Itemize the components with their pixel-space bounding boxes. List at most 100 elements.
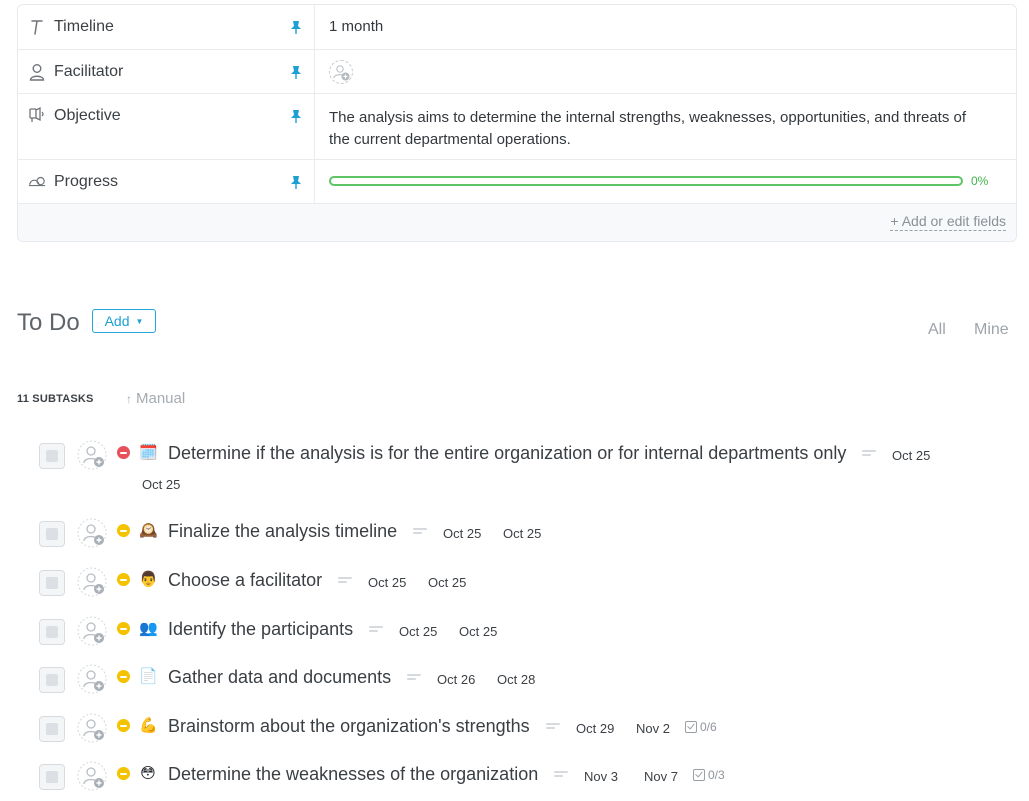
- description-icon: [413, 528, 427, 536]
- task-checkbox[interactable]: [39, 443, 65, 469]
- priority-urgent-icon[interactable]: [117, 446, 130, 459]
- pin-icon[interactable]: [290, 20, 302, 34]
- task-checkbox[interactable]: [39, 716, 65, 742]
- field-label: Facilitator: [54, 63, 124, 80]
- due-date[interactable]: Oct 25: [142, 477, 180, 492]
- sort-manual[interactable]: ↑ Manual: [126, 390, 185, 407]
- add-button-label: Add: [104, 313, 130, 329]
- task-emoji-icon: 🕰️: [139, 522, 158, 539]
- field-row-progress[interactable]: Progress 0%: [18, 160, 1016, 204]
- due-date[interactable]: Nov 2: [636, 721, 670, 736]
- task-name[interactable]: Brainstorm about the organization's stre…: [168, 716, 530, 737]
- due-date[interactable]: Oct 28: [497, 672, 535, 687]
- due-date[interactable]: Oct 25: [428, 575, 466, 590]
- priority-normal-icon[interactable]: [117, 573, 130, 586]
- description-icon: [369, 626, 383, 634]
- add-assignee-icon[interactable]: [77, 664, 109, 696]
- add-assignee-icon[interactable]: [77, 440, 109, 472]
- filter-mine[interactable]: Mine: [974, 321, 1009, 339]
- field-label: Objective: [54, 107, 121, 124]
- subtasks-count: 11 SUBTASKS: [17, 393, 94, 405]
- due-date[interactable]: Nov 7: [644, 769, 678, 784]
- field-label: Timeline: [54, 18, 114, 35]
- text-icon: [28, 18, 46, 36]
- task-name[interactable]: Determine if the analysis is for the ent…: [168, 443, 846, 464]
- add-assignee-icon[interactable]: [77, 567, 109, 599]
- progress-bar[interactable]: [329, 176, 963, 186]
- progress-icon: [28, 173, 46, 191]
- description-icon: [407, 674, 421, 682]
- task-emoji-icon: 😳: [140, 765, 156, 782]
- task-name[interactable]: Finalize the analysis timeline: [168, 521, 397, 542]
- field-row-timeline[interactable]: Timeline 1 month: [18, 5, 1016, 50]
- start-date[interactable]: Oct 26: [437, 672, 475, 687]
- task-checkbox[interactable]: [39, 619, 65, 645]
- filter-all[interactable]: All: [928, 321, 946, 339]
- start-date[interactable]: Oct 25: [892, 448, 930, 463]
- checklist-icon: [693, 769, 705, 781]
- priority-normal-icon[interactable]: [117, 622, 130, 635]
- caret-down-icon: ▼: [135, 316, 144, 326]
- field-name-cell: Timeline: [18, 5, 315, 49]
- add-assignee-icon[interactable]: [329, 60, 353, 84]
- add-subtask-button[interactable]: Add ▼: [92, 309, 156, 333]
- person-icon: [28, 63, 46, 81]
- field-name-cell: Facilitator: [18, 50, 315, 93]
- sort-label: Manual: [136, 390, 186, 407]
- task-emoji-icon: 💪: [139, 717, 158, 734]
- field-label: Progress: [54, 173, 119, 190]
- field-name-cell: Progress: [18, 160, 315, 203]
- add-assignee-icon[interactable]: [77, 761, 109, 793]
- field-value-timeline[interactable]: 1 month: [329, 18, 1006, 35]
- fields-footer: + Add or edit fields: [18, 204, 1016, 241]
- task-checkbox[interactable]: [39, 521, 65, 547]
- checklist-label: 0/3: [708, 768, 725, 782]
- due-date[interactable]: Oct 25: [459, 624, 497, 639]
- task-emoji-icon: 🗓️: [139, 444, 158, 461]
- priority-normal-icon[interactable]: [117, 767, 130, 780]
- due-date[interactable]: Oct 25: [503, 526, 541, 541]
- pin-icon[interactable]: [290, 65, 302, 79]
- field-name-cell: Objective: [18, 94, 315, 159]
- pin-icon[interactable]: [290, 175, 302, 189]
- checklist-count[interactable]: 0/6: [685, 720, 717, 734]
- start-date[interactable]: Oct 25: [399, 624, 437, 639]
- description-icon: [546, 723, 560, 731]
- checklist-icon: [685, 721, 697, 733]
- task-checkbox[interactable]: [39, 570, 65, 596]
- start-date[interactable]: Oct 25: [368, 575, 406, 590]
- start-date[interactable]: Nov 3: [584, 769, 618, 784]
- add-edit-fields-link[interactable]: + Add or edit fields: [890, 213, 1006, 231]
- task-name[interactable]: Choose a facilitator: [168, 570, 322, 591]
- task-name[interactable]: Identify the participants: [168, 619, 353, 640]
- field-row-facilitator[interactable]: Facilitator: [18, 50, 1016, 94]
- checklist-count[interactable]: 0/3: [693, 768, 725, 782]
- start-date[interactable]: Oct 25: [443, 526, 481, 541]
- priority-normal-icon[interactable]: [117, 719, 130, 732]
- task-name[interactable]: Gather data and documents: [168, 667, 391, 688]
- description-icon: [554, 771, 568, 779]
- speaker-icon: [28, 106, 46, 124]
- checklist-label: 0/6: [700, 720, 717, 734]
- description-icon: [862, 450, 876, 458]
- custom-fields-panel: Timeline 1 month Facilitator Objective T…: [17, 4, 1017, 242]
- pin-icon[interactable]: [290, 109, 302, 123]
- start-date[interactable]: Oct 29: [576, 721, 614, 736]
- priority-normal-icon[interactable]: [117, 670, 130, 683]
- add-assignee-icon[interactable]: [77, 713, 109, 745]
- field-row-objective[interactable]: Objective The analysis aims to determine…: [18, 94, 1016, 160]
- add-assignee-icon[interactable]: [77, 518, 109, 550]
- task-checkbox[interactable]: [39, 764, 65, 790]
- task-emoji-icon: 👨: [139, 571, 158, 588]
- field-value-objective[interactable]: The analysis aims to determine the inter…: [329, 107, 989, 151]
- task-emoji-icon: 👥: [139, 620, 158, 637]
- task-emoji-icon: 📄: [139, 668, 158, 685]
- description-icon: [338, 577, 352, 585]
- arrow-up-icon: ↑: [126, 392, 132, 406]
- task-name[interactable]: Determine the weaknesses of the organiza…: [168, 764, 538, 785]
- priority-normal-icon[interactable]: [117, 524, 130, 537]
- progress-percent: 0%: [971, 174, 989, 188]
- status-group-title: To Do: [17, 309, 80, 336]
- add-assignee-icon[interactable]: [77, 616, 109, 648]
- task-checkbox[interactable]: [39, 667, 65, 693]
